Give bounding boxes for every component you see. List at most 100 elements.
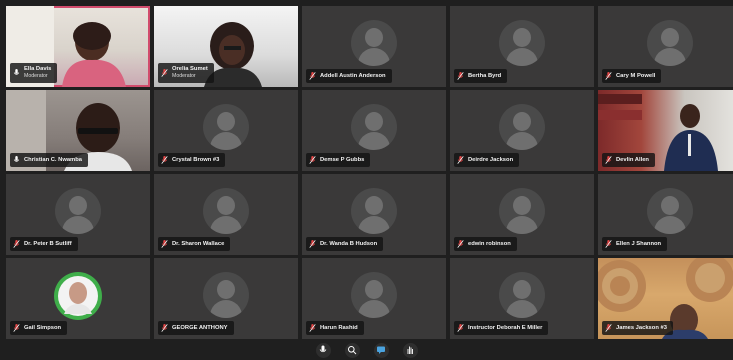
participant-name: Addell Austin Anderson	[320, 73, 386, 79]
default-avatar-icon	[351, 20, 397, 66]
participant-tile[interactable]: Cary M Powell	[598, 6, 733, 87]
muted-microphone-icon	[161, 156, 168, 164]
participant-name: Gail Simpson	[24, 325, 62, 331]
participant-tile[interactable]: Gail Simpson	[6, 258, 150, 339]
participant-name-bar: Ellen J Shannon	[602, 237, 668, 251]
participant-tile[interactable]: Instructor Deborah E Miller	[450, 258, 594, 339]
microphone-icon	[319, 345, 327, 353]
muted-microphone-icon	[605, 324, 612, 332]
default-avatar-icon	[351, 104, 397, 150]
participant-tile[interactable]: Ella Davis Moderator	[6, 6, 150, 87]
participant-tile[interactable]: Harun Rashid	[302, 258, 446, 339]
default-avatar-icon	[647, 188, 693, 234]
search-icon	[348, 346, 357, 355]
participant-name-bar: edwin robinson	[454, 237, 517, 251]
participant-name-bar: Dr. Wanda B Hudson	[306, 237, 384, 251]
microphone-icon	[13, 156, 20, 162]
default-avatar-icon	[351, 272, 397, 318]
participant-name-bar: Cary M Powell	[602, 69, 662, 83]
raise-hand-icon	[407, 346, 413, 354]
muted-microphone-icon	[161, 69, 168, 77]
participant-name: Dr. Wanda B Hudson	[320, 241, 378, 247]
participant-tile[interactable]: Ellen J Shannon	[598, 174, 733, 255]
default-avatar-icon	[351, 188, 397, 234]
participant-name: Harun Rashid	[320, 325, 358, 331]
muted-microphone-icon	[161, 324, 168, 332]
participant-name: Deirdre Jackson	[468, 157, 514, 163]
participant-name: Dr. Sharon Wallace	[172, 241, 225, 247]
default-avatar-icon	[647, 20, 693, 66]
muted-microphone-icon	[457, 72, 464, 80]
participant-tile[interactable]: James Jackson #3	[598, 258, 733, 339]
participant-name-bar: Harun Rashid	[306, 321, 364, 335]
participant-tile[interactable]: Devlin Allen	[598, 90, 733, 171]
participant-tile[interactable]: Bertha Byrd	[450, 6, 594, 87]
participant-name-bar: Ella Davis Moderator	[10, 63, 58, 83]
participant-name-bar: Deirdre Jackson	[454, 153, 520, 167]
participant-name-bar: Dr. Peter B Sutliff	[10, 237, 78, 251]
participant-name-bar: Gail Simpson	[10, 321, 68, 335]
participant-name-bar: Dr. Sharon Wallace	[158, 237, 231, 251]
default-avatar-icon	[203, 104, 249, 150]
participant-name: James Jackson #3	[616, 325, 667, 331]
participant-name: Demse P Gubbs	[320, 157, 365, 163]
muted-microphone-icon	[309, 324, 316, 332]
participant-tile[interactable]: Crystal Brown #3	[154, 90, 298, 171]
microphone-button[interactable]	[315, 342, 331, 358]
muted-microphone-icon	[457, 324, 464, 332]
participant-tile[interactable]: Demse P Gubbs	[302, 90, 446, 171]
muted-microphone-icon	[309, 156, 316, 164]
participant-name: Ella Davis	[24, 66, 52, 72]
default-avatar-icon	[499, 20, 545, 66]
participant-role: Moderator	[24, 73, 48, 79]
default-avatar-icon	[203, 272, 249, 318]
participant-tile[interactable]: Orelia Sumet Moderator	[154, 6, 298, 87]
chat-button[interactable]	[373, 342, 389, 358]
participant-name: edwin robinson	[468, 241, 511, 247]
default-avatar-icon	[499, 104, 545, 150]
participant-name-bar: Christian C. Nwamba	[10, 153, 88, 167]
muted-microphone-icon	[309, 72, 316, 80]
raise-hand-button[interactable]	[402, 342, 418, 358]
search-button[interactable]	[344, 342, 360, 358]
participant-tile[interactable]: Addell Austin Anderson	[302, 6, 446, 87]
participant-name-bar: Devlin Allen	[602, 153, 655, 167]
participant-tile[interactable]: Dr. Wanda B Hudson	[302, 174, 446, 255]
participant-name: Instructor Deborah E Miller	[468, 325, 543, 331]
participant-tile[interactable]: Dr. Sharon Wallace	[154, 174, 298, 255]
default-avatar-icon	[499, 272, 545, 318]
participant-name-bar: Addell Austin Anderson	[306, 69, 392, 83]
muted-microphone-icon	[161, 240, 168, 248]
participant-name-bar: GEORGE ANTHONY	[158, 321, 234, 335]
muted-microphone-icon	[605, 72, 612, 80]
participant-tile[interactable]: Deirdre Jackson	[450, 90, 594, 171]
default-avatar-icon	[203, 188, 249, 234]
muted-microphone-icon	[309, 240, 316, 248]
participant-name: GEORGE ANTHONY	[172, 325, 228, 331]
participant-name-bar: Crystal Brown #3	[158, 153, 226, 167]
participant-name-bar: Bertha Byrd	[454, 69, 508, 83]
muted-microphone-icon	[605, 240, 612, 248]
participant-tile[interactable]: edwin robinson	[450, 174, 594, 255]
participant-tile[interactable]: Dr. Peter B Sutliff	[6, 174, 150, 255]
participant-name-bar: James Jackson #3	[602, 321, 673, 335]
participant-name: Bertha Byrd	[468, 73, 502, 79]
participant-tile[interactable]: GEORGE ANTHONY	[154, 258, 298, 339]
participant-tile[interactable]: Christian C. Nwamba	[6, 90, 150, 171]
muted-microphone-icon	[13, 240, 20, 248]
muted-microphone-icon	[13, 324, 20, 332]
participant-name: Devlin Allen	[616, 157, 649, 163]
muted-microphone-icon	[605, 156, 612, 164]
participant-name-bar: Orelia Sumet Moderator	[158, 63, 214, 83]
microphone-icon	[13, 69, 20, 75]
chat-icon	[377, 346, 385, 354]
participant-name: Orelia Sumet	[172, 66, 208, 72]
participant-name-bar: Demse P Gubbs	[306, 153, 371, 167]
meeting-controls	[0, 340, 733, 360]
participant-name: Dr. Peter B Sutliff	[24, 241, 72, 247]
participant-name: Cary M Powell	[616, 73, 656, 79]
muted-microphone-icon	[457, 156, 464, 164]
participant-name: Crystal Brown #3	[172, 157, 220, 163]
participant-name: Christian C. Nwamba	[24, 157, 82, 163]
muted-microphone-icon	[457, 240, 464, 248]
